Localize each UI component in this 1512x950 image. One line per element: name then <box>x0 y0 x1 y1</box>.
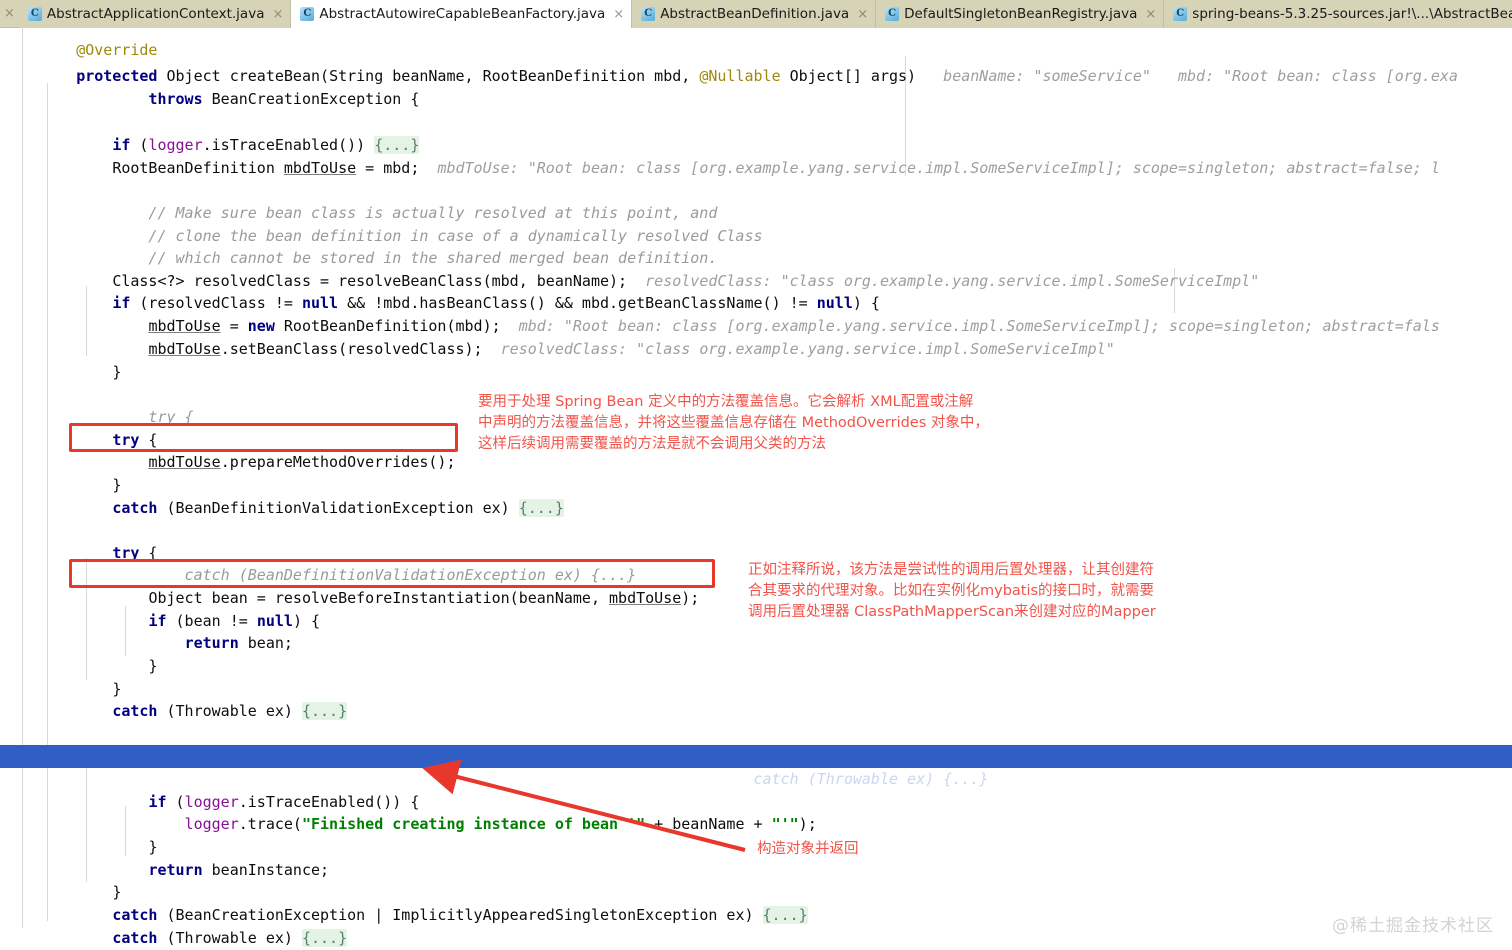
code-line[interactable]: logger.trace("Finished creating instance… <box>0 790 817 833</box>
code-line[interactable]: try { <box>0 519 157 562</box>
inlay-hint-resolvedclass-2: resolvedClass: "class org.example.yang.s… <box>500 339 1115 358</box>
tab-label: AbstractAutowireCapableBeanFactory.java <box>319 6 606 22</box>
editor-tab-bar: × C AbstractApplicationContext.java × C … <box>0 0 1512 28</box>
code-fold-placeholder[interactable]: {...} <box>518 498 564 517</box>
close-icon[interactable]: × <box>857 8 868 21</box>
tab-label: DefaultSingletonBeanRegistry.java <box>904 6 1138 22</box>
code-line[interactable]: Class<?> resolvedClass = resolveBeanClas… <box>0 247 1259 290</box>
java-class-icon: C <box>885 7 900 21</box>
code-line[interactable]: return bean; <box>0 609 293 652</box>
code-line[interactable]: } <box>0 632 157 675</box>
code-fold-placeholder[interactable]: {...} <box>301 928 348 947</box>
code-line[interactable]: try { <box>0 406 157 449</box>
inlay-hint-mbdtouse: mbdToUse: "Root bean: class [org.example… <box>437 158 1440 177</box>
java-class-icon: C <box>300 7 315 21</box>
annotation-prepare-method-overrides: 要用于处理 Spring Bean 定义中的方法覆盖信息。它会解析 XML配置或… <box>478 394 989 452</box>
tab-abstractbeandefinition[interactable]: C AbstractBeanDefinition.java × <box>632 0 877 28</box>
code-line[interactable]: try { <box>0 383 193 426</box>
code-fold-placeholder[interactable]: {...} <box>762 905 808 924</box>
annotation-resolve-before-instantiation: 正如注释所说，该方法是尝试性的调用后置处理器，让其创建符 合其要求的代理对象。比… <box>748 562 1156 620</box>
tab-abstractbeanfactory-sources[interactable]: C spring-beans-5.3.25-sources.jar!\...\A… <box>1164 0 1512 28</box>
code-line[interactable]: if (resolvedClass != null && !mbd.hasBea… <box>0 269 880 312</box>
code-line[interactable]: } <box>0 813 157 856</box>
code-line[interactable]: RootBeanDefinition mbdToUse = mbd; mbdTo… <box>0 134 1440 177</box>
code-line[interactable]: if (logger.isTraceEnabled()) {...} <box>0 111 420 154</box>
code-line[interactable]: // which cannot be stored in the shared … <box>0 224 717 267</box>
tab-bar-leading-close-icon[interactable]: × <box>0 0 19 27</box>
code-line[interactable]: try { <box>0 722 157 765</box>
close-icon[interactable]: × <box>613 8 624 21</box>
code-line[interactable]: mbdToUse.setBeanClass(resolvedClass); re… <box>0 315 1114 358</box>
code-line[interactable]: catch (BeanCreationException | Implicitl… <box>0 881 808 924</box>
code-editor[interactable]: @Override protected Object createBean(St… <box>0 28 1512 950</box>
watermark: @稀土掘金技术社区 <box>1332 916 1494 936</box>
tab-abstractautowirecapablebeanfactory[interactable]: C AbstractAutowireCapableBeanFactory.jav… <box>291 0 633 28</box>
tab-defaultsingletonbeanregistry[interactable]: C DefaultSingletonBeanRegistry.java × <box>876 0 1165 28</box>
java-class-icon: C <box>1173 7 1188 21</box>
code-line-resolve-before-instantiation[interactable]: Object bean = resolveBeforeInstantiation… <box>0 564 699 607</box>
code-line[interactable]: mbdToUse = new RootBeanDefinition(mbd); … <box>0 292 1439 335</box>
inlay-hint-docreatebean: catch (Throwable ex) {...} <box>717 769 989 788</box>
inlay-hint-params: beanName: "someService" mbd: "Root bean:… <box>943 66 1458 85</box>
code-line[interactable]: throws BeanCreationException { <box>0 65 419 108</box>
code-line[interactable]: if (bean != null) { <box>0 587 320 630</box>
close-icon[interactable]: × <box>1145 8 1156 21</box>
code-line[interactable]: protected Object createBean(String beanN… <box>0 42 1458 85</box>
code-line[interactable]: } <box>0 858 121 901</box>
close-icon[interactable]: × <box>272 8 283 21</box>
java-class-icon: C <box>641 7 656 21</box>
code-fold-placeholder[interactable]: {...} <box>301 701 348 720</box>
annotation-docreatebean: 构造对象并返回 <box>757 841 859 857</box>
code-line[interactable]: catch (BeanDefinitionValidationException… <box>0 474 564 517</box>
code-line[interactable]: // Make sure bean class is actually reso… <box>0 179 717 222</box>
tab-label: spring-beans-5.3.25-sources.jar!\...\Abs… <box>1192 6 1512 22</box>
code-line[interactable]: } <box>0 451 121 494</box>
source-code-view[interactable]: @Override protected Object createBean(St… <box>0 28 1512 950</box>
code-line[interactable]: catch (BeanDefinitionValidationException… <box>0 541 637 584</box>
code-line[interactable]: return beanInstance; <box>0 836 329 879</box>
code-line-prepare-method-overrides[interactable]: mbdToUse.prepareMethodOverrides(); <box>0 428 455 471</box>
java-class-icon: C <box>27 7 42 21</box>
code-line[interactable]: @Override <box>0 28 157 59</box>
tab-label: AbstractBeanDefinition.java <box>660 6 850 22</box>
code-line[interactable]: } <box>0 338 121 381</box>
code-line[interactable]: catch (Throwable ex) {...} <box>0 904 348 947</box>
tab-abstractapplicationcontext[interactable]: C AbstractApplicationContext.java × <box>18 0 292 28</box>
code-line[interactable]: } <box>0 655 121 698</box>
code-line[interactable]: if (logger.isTraceEnabled()) { <box>0 768 419 811</box>
code-line[interactable]: // clone the bean definition in case of … <box>0 202 762 245</box>
code-line[interactable]: } <box>0 927 85 950</box>
tab-label: AbstractApplicationContext.java <box>46 6 265 22</box>
code-line[interactable]: catch (Throwable ex) {...} <box>0 677 348 720</box>
code-line-docreatebean-selected[interactable]: Object beanInstance = doCreateBean(beanN… <box>0 745 1512 788</box>
